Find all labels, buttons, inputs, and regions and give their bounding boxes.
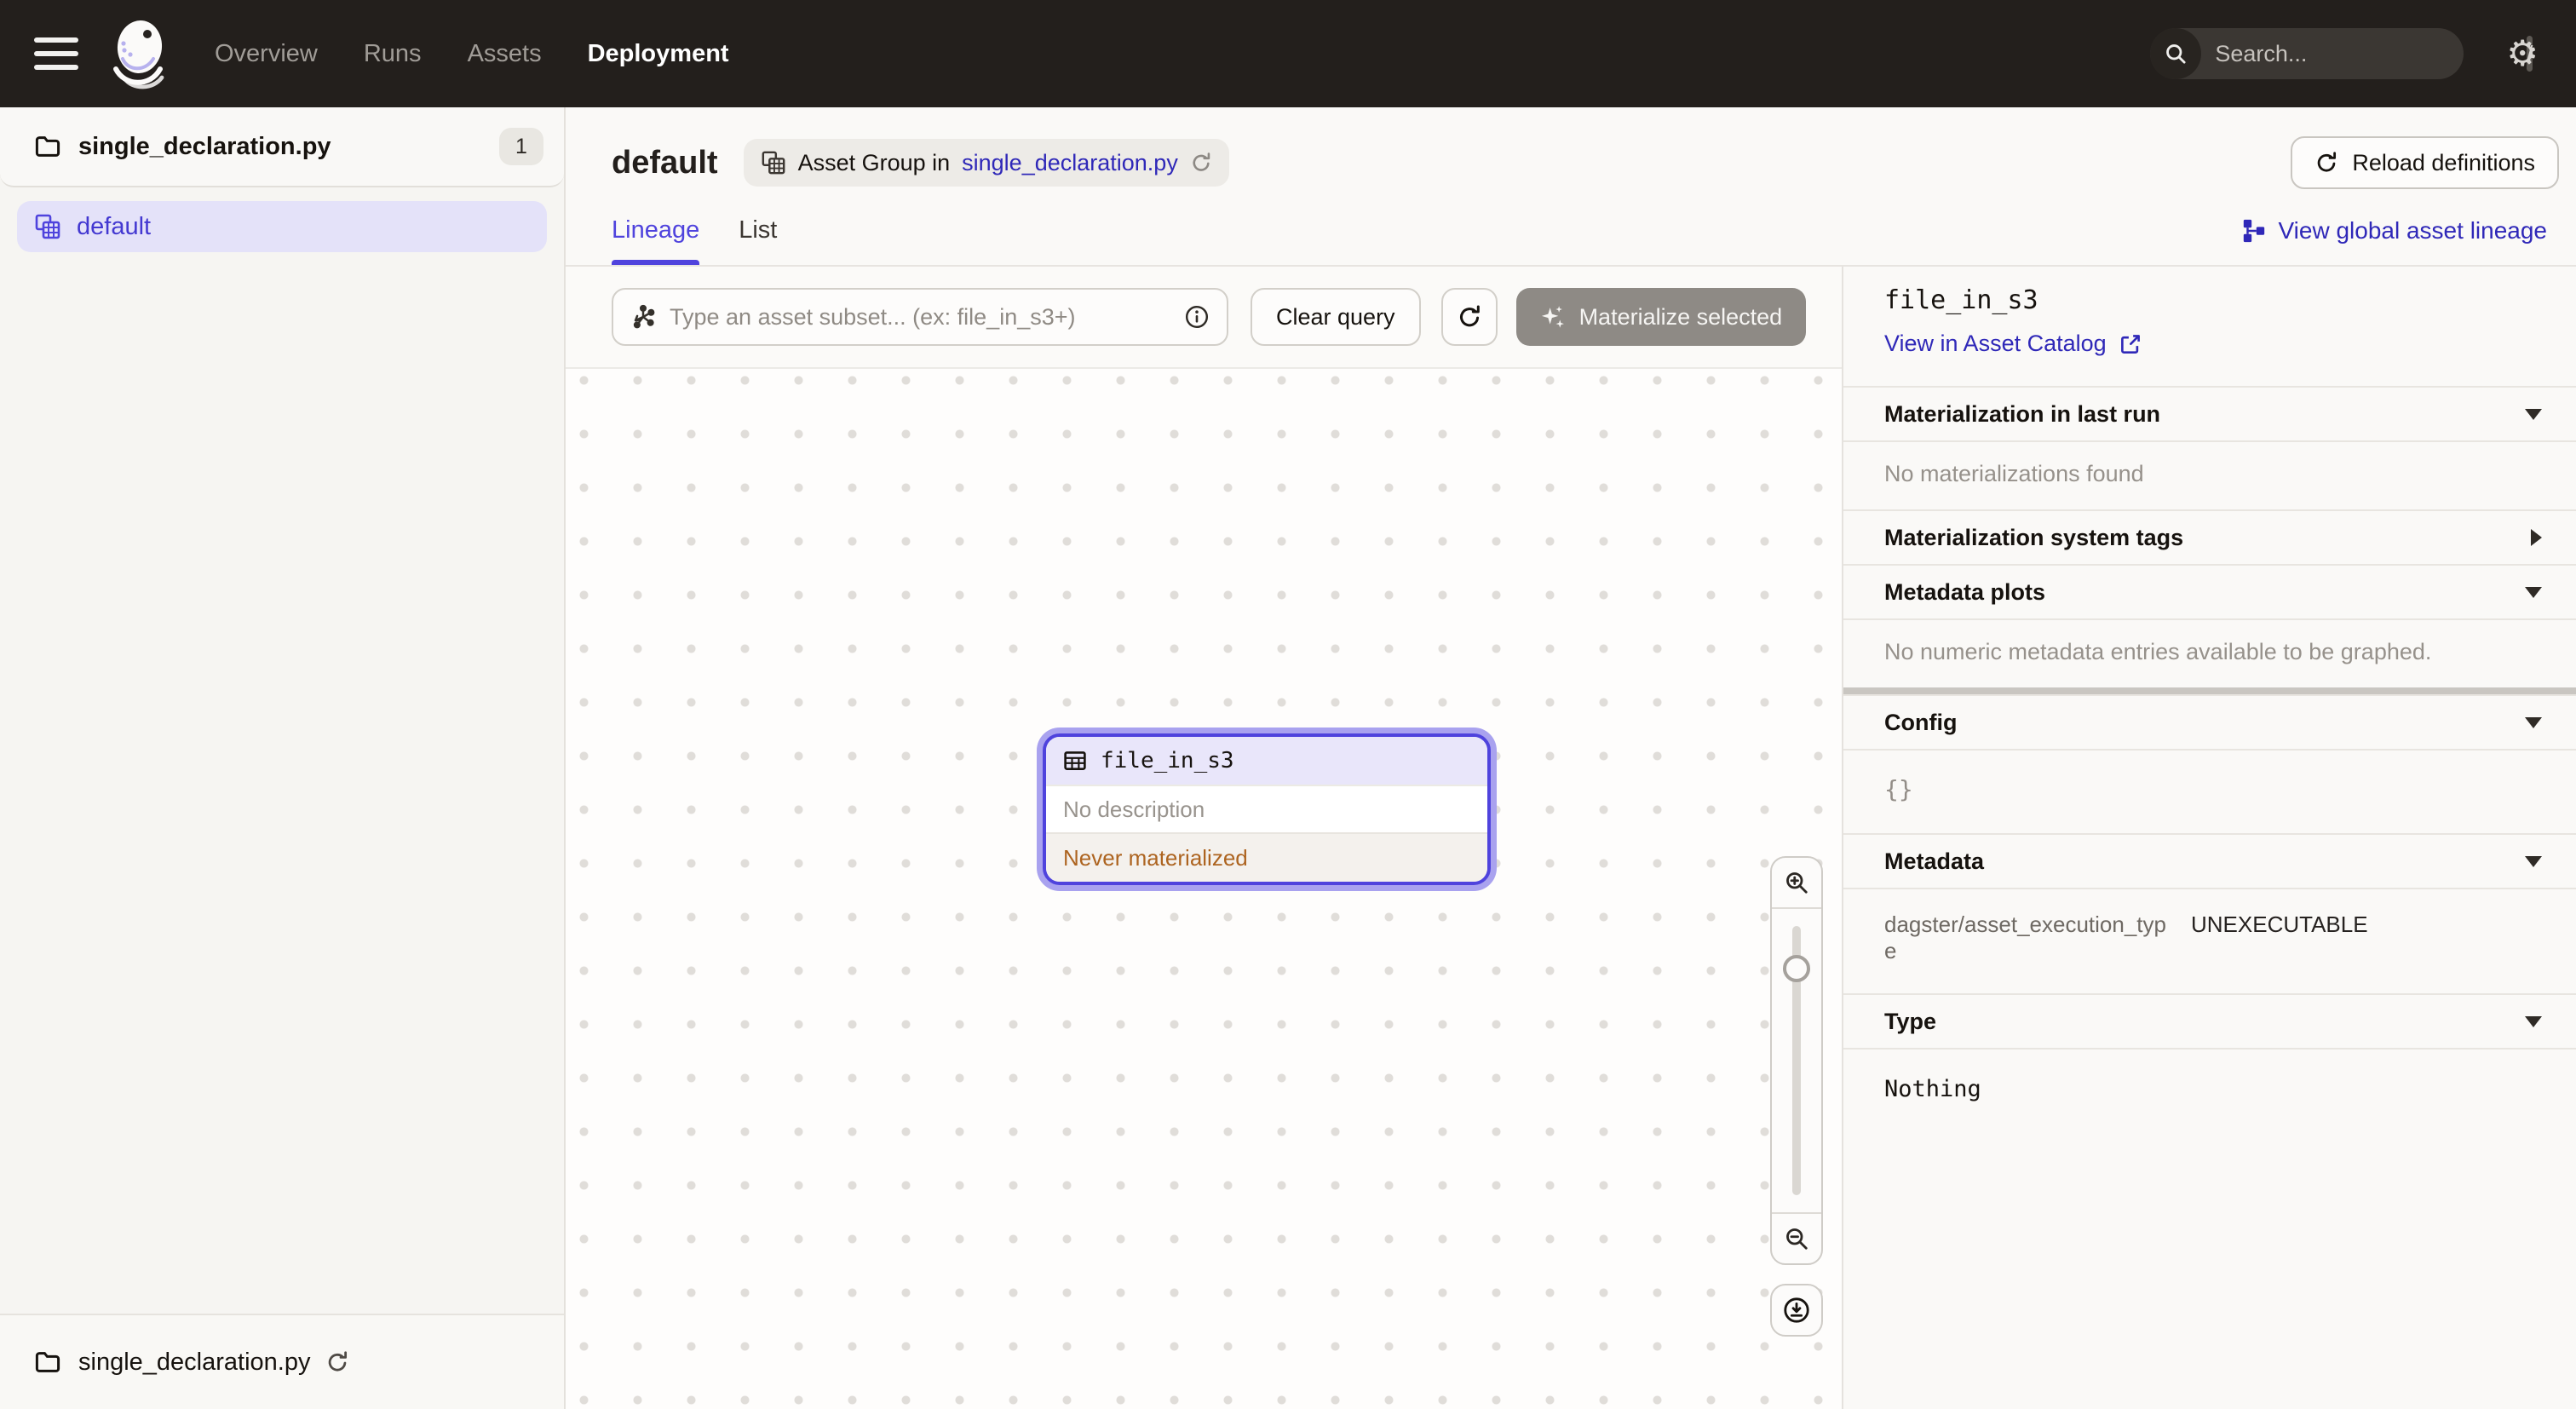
zoom-out-icon[interactable]	[1772, 1212, 1821, 1263]
nav-links: Overview Runs Assets Deployment	[215, 40, 729, 68]
section-label: Metadata	[1884, 848, 1984, 875]
clear-query-button[interactable]: Clear query	[1251, 288, 1421, 346]
zoom-in-icon[interactable]	[1772, 858, 1821, 909]
section-label: Materialization in last run	[1884, 401, 2160, 428]
nav-item-runs[interactable]: Runs	[364, 40, 422, 68]
panel-splitter[interactable]	[1843, 687, 2576, 694]
section-metadata[interactable]: Metadata	[1843, 833, 2576, 888]
reload-definitions-label: Reload definitions	[2352, 150, 2535, 176]
asset-details-panel: file_in_s3 View in Asset Catalog Materia…	[1842, 267, 2576, 1409]
gear-icon[interactable]: ⚙	[2506, 36, 2539, 72]
view-in-asset-catalog-label: View in Asset Catalog	[1884, 331, 2107, 357]
asset-subset-input[interactable]	[670, 304, 1170, 331]
page-title: default	[612, 145, 718, 181]
view-global-asset-lineage-label: View global asset lineage	[2279, 217, 2547, 244]
sparkle-icon	[1540, 304, 1566, 330]
search-icon	[2150, 28, 2201, 79]
content-header: default Asset Group in single_declaratio…	[566, 107, 2576, 267]
tab-list[interactable]: List	[739, 216, 777, 265]
asset-count-badge: 1	[499, 128, 543, 165]
asset-group-tag-link[interactable]: single_declaration.py	[962, 150, 1178, 176]
sidebar-footer-location[interactable]: single_declaration.py	[0, 1314, 564, 1409]
chevron-down-icon	[2525, 717, 2542, 728]
chevron-down-icon	[2525, 587, 2542, 598]
chevron-down-icon	[2525, 1016, 2542, 1027]
external-link-icon	[2119, 332, 2142, 356]
reload-icon	[2314, 151, 2338, 175]
section-label: Type	[1884, 1009, 1936, 1035]
asset-node-file-in-s3[interactable]: file_in_s3 No description Never material…	[1043, 733, 1491, 885]
zoom-slider[interactable]	[1772, 909, 1821, 1212]
chevron-right-icon	[2531, 529, 2542, 546]
section-materialization-in-last-run[interactable]: Materialization in last run	[1843, 386, 2576, 440]
asset-node-header: file_in_s3	[1046, 737, 1487, 785]
section-materialization-system-tags[interactable]: Materialization system tags	[1843, 509, 2576, 564]
materialize-selected-label: Materialize selected	[1579, 304, 1783, 331]
lineage-icon	[2241, 218, 2267, 244]
folder-icon	[34, 1349, 61, 1376]
config-value: {}	[1884, 775, 1913, 803]
reload-icon[interactable]	[325, 1350, 349, 1374]
folder-icon	[34, 133, 61, 160]
section-config[interactable]: Config	[1843, 694, 2576, 749]
footer-location-name: single_declaration.py	[78, 1349, 310, 1377]
refresh-graph-button[interactable]	[1441, 288, 1498, 346]
lineage-canvas-section: Clear query Materialize selected	[566, 267, 1842, 1409]
zoom-controls	[1770, 856, 1823, 1337]
reload-icon[interactable]	[1190, 152, 1212, 174]
asset-group-icon	[761, 150, 786, 175]
metadata-key: dagster/asset_execution_type	[1884, 912, 2191, 964]
top-nav-right: / ⚙	[2150, 28, 2539, 79]
sidebar-item-default[interactable]: default	[17, 201, 547, 252]
tab-lineage[interactable]: Lineage	[612, 216, 699, 265]
op-selector-icon	[630, 304, 656, 330]
metadata-plots-empty-text: No numeric metadata entries available to…	[1843, 618, 2576, 687]
nav-item-assets[interactable]: Assets	[468, 40, 542, 68]
asset-group-tag: Asset Group in single_declaration.py	[744, 139, 1229, 187]
section-metadata-plots[interactable]: Metadata plots	[1843, 564, 2576, 618]
search-box[interactable]: /	[2150, 28, 2464, 79]
metadata-row: dagster/asset_execution_type UNEXECUTABL…	[1884, 912, 2535, 964]
asset-group-icon	[34, 213, 61, 240]
search-input[interactable]	[2201, 41, 2527, 67]
nav-item-deployment[interactable]: Deployment	[588, 40, 729, 68]
section-label: Config	[1884, 710, 1957, 736]
view-global-asset-lineage-link[interactable]: View global asset lineage	[2241, 217, 2547, 265]
top-nav: Overview Runs Assets Deployment / ⚙	[0, 0, 2576, 107]
code-location-name: single_declaration.py	[78, 133, 331, 161]
dagster-logo	[102, 14, 181, 93]
info-icon[interactable]	[1184, 304, 1210, 330]
sidebar-item-label: default	[77, 213, 151, 241]
asset-details-title: file_in_s3	[1884, 285, 2535, 315]
nav-item-overview[interactable]: Overview	[215, 40, 318, 68]
section-label: Materialization system tags	[1884, 525, 2183, 551]
asset-node-name: file_in_s3	[1101, 748, 1234, 774]
main-content: default Asset Group in single_declaratio…	[566, 107, 2576, 1409]
metadata-value: UNEXECUTABLE	[2191, 912, 2368, 938]
asset-node-status: Never materialized	[1046, 832, 1487, 882]
materializations-empty-text: No materializations found	[1843, 440, 2576, 509]
lineage-graph-viewport[interactable]: file_in_s3 No description Never material…	[566, 369, 1842, 1409]
section-type[interactable]: Type	[1843, 993, 2576, 1048]
asset-node-description: No description	[1046, 785, 1487, 832]
chevron-down-icon	[2525, 856, 2542, 867]
asset-query-toolbar: Clear query Materialize selected	[566, 267, 1842, 369]
section-label: Metadata plots	[1884, 579, 2045, 606]
table-icon	[1063, 749, 1087, 773]
zoom-pill	[1770, 856, 1823, 1265]
type-value: Nothing	[1884, 1076, 1981, 1102]
menu-icon[interactable]	[34, 37, 78, 70]
sidebar: single_declaration.py 1 default single_d…	[0, 107, 566, 1409]
view-in-asset-catalog-link[interactable]: View in Asset Catalog	[1884, 331, 2535, 357]
reload-definitions-button[interactable]: Reload definitions	[2291, 136, 2559, 189]
materialize-selected-button[interactable]: Materialize selected	[1516, 288, 1807, 346]
dagster-app: Overview Runs Assets Deployment / ⚙ sin	[0, 0, 2576, 1409]
chevron-down-icon	[2525, 409, 2542, 420]
sidebar-code-location[interactable]: single_declaration.py 1	[0, 107, 564, 187]
asset-group-tag-text: Asset Group in	[798, 150, 951, 176]
download-icon[interactable]	[1770, 1284, 1823, 1337]
asset-subset-input-wrap	[612, 288, 1228, 346]
zoom-slider-thumb[interactable]	[1783, 955, 1810, 982]
